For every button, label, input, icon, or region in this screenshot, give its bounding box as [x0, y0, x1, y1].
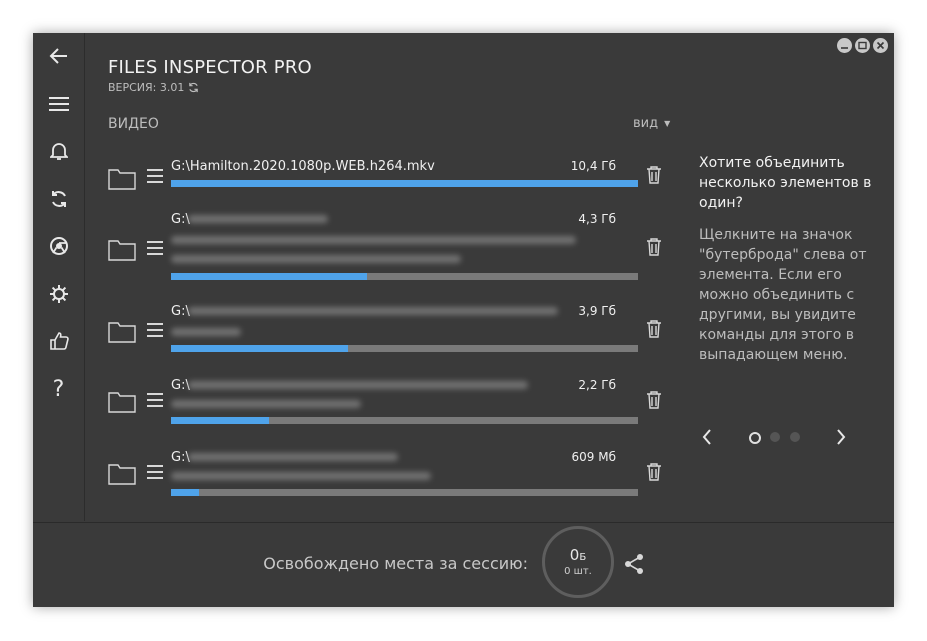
folder-icon[interactable] [108, 166, 136, 190]
trash-icon[interactable] [646, 463, 662, 481]
freed-number: 0 [569, 546, 580, 564]
share-icon[interactable] [623, 553, 645, 575]
redacted-text [171, 255, 461, 263]
trash-icon[interactable] [646, 238, 662, 256]
view-dropdown[interactable]: вид ▼ [633, 116, 670, 131]
item-path: G:\Hamilton.2020.1080p.WEB.h264.mkv [171, 159, 435, 174]
section-title: ВИДЕО [108, 116, 159, 132]
item-menu-icon[interactable] [147, 392, 163, 408]
list-item: G:\ 2,2 Гб [33, 375, 673, 445]
progress-fill [171, 417, 270, 424]
redacted-text [171, 236, 576, 244]
list-item: G:\ 4,3 Гб [33, 209, 673, 280]
update-icon[interactable] [188, 82, 199, 93]
redacted-text [171, 472, 431, 480]
folder-icon[interactable] [108, 461, 136, 485]
item-menu-icon[interactable] [147, 464, 163, 480]
progress-fill [171, 489, 200, 496]
caret-down-icon: ▼ [664, 119, 671, 128]
trash-icon[interactable] [646, 166, 662, 184]
item-size: 2,2 Гб [578, 378, 616, 392]
minimize-icon[interactable] [837, 38, 852, 53]
progress-fill [171, 345, 349, 352]
tip-body: Щелкните на значок "бутерброда" слева от… [699, 227, 867, 363]
app-window: ? FILES INSPECTOR PRO ВЕРСИЯ: 3.01 ВИДЕО… [33, 33, 894, 607]
progress-fill [171, 273, 368, 280]
next-arrow-icon[interactable] [830, 426, 852, 448]
trash-icon[interactable] [646, 320, 662, 338]
item-size: 10,4 Гб [570, 159, 616, 173]
redacted-text [188, 381, 528, 389]
folder-icon[interactable] [108, 319, 136, 343]
freed-space-label: Освобождено места за сессию: [263, 554, 528, 573]
pager-dot[interactable] [749, 432, 761, 444]
footer-divider [33, 522, 894, 523]
freed-unit: Б [579, 552, 587, 563]
tip-panel: Хотите объединить несколько элементов в … [699, 153, 879, 365]
freed-value: 0Б [570, 547, 586, 566]
list-item: G:\ 3,9 Гб [33, 301, 673, 371]
version-label: ВЕРСИЯ: 3.01 [108, 81, 185, 94]
progress-bar [171, 273, 638, 280]
progress-bar [171, 417, 638, 424]
version-info: ВЕРСИЯ: 3.01 [108, 81, 199, 94]
redacted-text [171, 328, 241, 336]
item-menu-icon[interactable] [147, 168, 163, 184]
redacted-text [171, 400, 361, 408]
progress-bar [171, 180, 638, 187]
pager-dot[interactable] [790, 432, 800, 442]
tip-title: Хотите объединить несколько элементов в … [699, 155, 872, 211]
freed-space-gauge: 0Б 0 шт. [542, 526, 614, 598]
folder-icon[interactable] [108, 389, 136, 413]
progress-bar [171, 489, 638, 496]
item-size: 3,9 Гб [578, 304, 616, 318]
menu-icon[interactable] [33, 86, 84, 122]
close-icon[interactable] [873, 38, 888, 53]
item-menu-icon[interactable] [147, 240, 163, 256]
list-item: G:\ 609 Мб [33, 447, 673, 517]
pager-dot[interactable] [770, 432, 780, 442]
folder-icon[interactable] [108, 237, 136, 261]
freed-count: 0 шт. [564, 566, 592, 577]
redacted-text [188, 215, 328, 223]
tip-pager [696, 426, 856, 448]
progress-fill [171, 180, 638, 187]
redacted-text [188, 453, 398, 461]
trash-icon[interactable] [646, 391, 662, 409]
item-size: 4,3 Гб [578, 212, 616, 226]
back-arrow-icon[interactable] [33, 38, 84, 74]
item-menu-icon[interactable] [147, 322, 163, 338]
redacted-text [188, 307, 558, 315]
view-label: вид [633, 116, 659, 131]
maximize-icon[interactable] [855, 38, 870, 53]
prev-arrow-icon[interactable] [696, 426, 718, 448]
app-title: FILES INSPECTOR PRO [108, 57, 312, 78]
window-controls [837, 38, 888, 53]
progress-bar [171, 345, 638, 352]
item-size: 609 Мб [571, 450, 616, 464]
